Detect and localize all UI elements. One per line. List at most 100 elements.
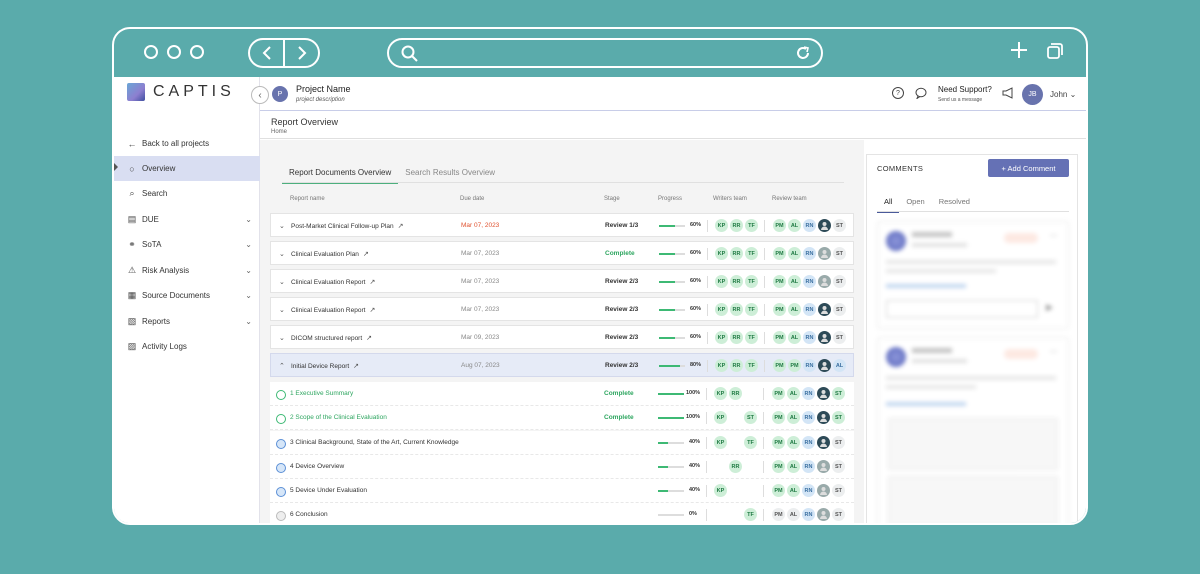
table-row[interactable]: ⌄ Clinical Evaluation Report ↗ Mar 07, 2023… (270, 269, 854, 293)
table-row[interactable]: ⌄ DICOM structured report ↗ Mar 09, 2023 Rev… (270, 325, 854, 349)
reviewer-avatar[interactable]: RN (803, 219, 816, 232)
table-row[interactable]: 5 Device Under Evaluation 40% KP PM AL RN ST (270, 479, 854, 503)
reviewer-avatar[interactable]: AL (788, 303, 801, 316)
reviewer-avatar[interactable]: PM (772, 387, 785, 400)
writer-avatar[interactable]: KP (715, 219, 728, 232)
help-icon[interactable]: ? (892, 87, 904, 99)
writer-avatar[interactable]: RR (730, 219, 743, 232)
chevron-down-icon[interactable]: ⌄ (245, 266, 252, 275)
writer-avatar[interactable]: RR (730, 331, 743, 344)
table-row[interactable]: 1 Executive Summary Complete 100% KP RR PM AL R… (270, 382, 854, 406)
reviewer-avatar[interactable]: AL (787, 411, 800, 424)
reviewer-avatar[interactable]: RN (802, 411, 815, 424)
table-row[interactable]: 4 Device Overview 40% RR PM AL RN ST (270, 455, 854, 479)
reviewer-avatar[interactable]: RN (802, 508, 815, 521)
megaphone-icon[interactable] (1002, 87, 1014, 99)
reviewer-photo-avatar[interactable] (818, 359, 831, 372)
reply-input[interactable] (886, 300, 1038, 318)
reviewer-avatar[interactable]: ST (832, 436, 845, 449)
writer-avatar[interactable]: RR (730, 247, 743, 260)
table-row[interactable]: 2 Scope of the Clinical Evaluation Comple… (270, 406, 854, 430)
writer-avatar[interactable]: TF (744, 436, 757, 449)
reviewer-avatar[interactable]: ST (833, 331, 846, 344)
reviewer-photo-avatar[interactable] (817, 436, 830, 449)
reviewer-avatar[interactable]: PM (788, 359, 801, 372)
reviewer-avatar[interactable]: ST (833, 303, 846, 316)
chat-icon[interactable] (915, 87, 927, 99)
external-link-icon[interactable]: ↗ (366, 335, 372, 342)
comment-card[interactable]: ⋯ ▶ (877, 221, 1069, 329)
writer-avatar[interactable]: RR (730, 303, 743, 316)
reviewer-avatar[interactable]: RN (802, 460, 815, 473)
reviewer-avatar[interactable]: AL (788, 219, 801, 232)
writer-avatar[interactable]: KP (715, 303, 728, 316)
reply-link[interactable] (886, 402, 966, 406)
writer-avatar[interactable]: KP (715, 275, 728, 288)
sidebar-item[interactable]: ▤ DUE ⌄ (114, 207, 260, 232)
reviewer-avatar[interactable]: AL (787, 508, 800, 521)
reviewer-avatar[interactable]: RN (802, 387, 815, 400)
reviewer-avatar[interactable]: PM (772, 508, 785, 521)
writer-avatar[interactable]: TF (744, 508, 757, 521)
address-bar[interactable] (387, 38, 823, 68)
collapse-sidebar-button[interactable]: ‹ (251, 86, 269, 104)
section-name[interactable]: 5 Device Under Evaluation (290, 487, 367, 494)
reviewer-avatar[interactable]: PM (772, 484, 785, 497)
reviewer-avatar[interactable]: PM (773, 303, 786, 316)
reviewer-avatar[interactable]: ST (832, 484, 845, 497)
report-name[interactable]: Initial Device Report ↗ (291, 362, 359, 370)
reviewer-photo-avatar[interactable] (818, 219, 831, 232)
add-comment-button[interactable]: + Add Comment (988, 159, 1069, 177)
chevron-down-icon[interactable]: ⌄ (245, 317, 252, 326)
user-menu[interactable]: John ⌄ (1050, 90, 1076, 99)
external-link-icon[interactable]: ↗ (369, 307, 375, 314)
reviewer-photo-avatar[interactable] (818, 331, 831, 344)
reviewer-avatar[interactable]: RN (803, 331, 816, 344)
reviewer-avatar[interactable]: RN (802, 484, 815, 497)
reviewer-avatar[interactable]: PM (773, 331, 786, 344)
section-name[interactable]: 6 Conclusion (290, 511, 328, 518)
section-name[interactable]: 4 Device Overview (290, 463, 344, 470)
external-link-icon[interactable]: ↗ (369, 279, 375, 286)
reviewer-avatar[interactable]: ST (832, 387, 845, 400)
support-title[interactable]: Need Support? (938, 85, 992, 94)
reviewer-photo-avatar[interactable] (817, 387, 830, 400)
writer-avatar[interactable]: TF (745, 275, 758, 288)
sidebar-item[interactable]: ⌕ Search (114, 181, 260, 206)
section-name[interactable]: 1 Executive Summary (290, 390, 353, 397)
external-link-icon[interactable]: ↗ (398, 223, 404, 230)
reviewer-photo-avatar[interactable] (817, 460, 830, 473)
report-name[interactable]: Clinical Evaluation Report ↗ (291, 306, 375, 314)
table-row[interactable]: ⌄ Post-Market Clinical Follow-up Plan ↗ Mar… (270, 213, 854, 237)
reviewer-avatar[interactable]: ST (833, 247, 846, 260)
new-tab-icon[interactable] (1010, 41, 1028, 59)
reviewer-photo-avatar[interactable] (818, 247, 831, 260)
chevron-down-icon[interactable]: ⌄ (245, 215, 252, 224)
writer-avatar[interactable]: ST (744, 411, 757, 424)
sidebar-item[interactable]: ○ Overview (114, 156, 260, 181)
sidebar-item[interactable]: ← Back to all projects (114, 131, 260, 156)
reviewer-photo-avatar[interactable] (818, 303, 831, 316)
table-row[interactable]: 3 Clinical Background, State of the Art,… (270, 431, 854, 455)
sidebar-item[interactable]: ▨ Activity Logs (114, 334, 260, 359)
reviewer-avatar[interactable]: PM (772, 436, 785, 449)
more-icon[interactable]: ⋯ (1050, 348, 1057, 356)
reviewer-avatar[interactable]: PM (772, 460, 785, 473)
writer-avatar[interactable]: TF (745, 303, 758, 316)
table-row[interactable]: ⌃ Initial Device Report ↗ Aug 07, 2023 Revie… (270, 353, 854, 377)
reviewer-avatar[interactable]: RN (803, 247, 816, 260)
tabs-icon[interactable] (1047, 43, 1063, 59)
chevron-down-icon[interactable]: ⌄ (245, 240, 252, 249)
chevron-down-icon[interactable]: ⌄ (279, 306, 285, 314)
reviewer-avatar[interactable]: AL (833, 359, 846, 372)
breadcrumb[interactable]: Home (271, 129, 287, 135)
writer-avatar[interactable]: TF (745, 359, 758, 372)
writer-avatar[interactable]: KP (715, 359, 728, 372)
reviewer-avatar[interactable]: AL (788, 275, 801, 288)
writer-avatar[interactable]: KP (714, 411, 727, 424)
project-avatar[interactable]: P (272, 86, 288, 102)
send-icon[interactable]: ▶ (1046, 302, 1053, 313)
reviewer-avatar[interactable]: AL (787, 484, 800, 497)
reviewer-avatar[interactable]: ST (833, 219, 846, 232)
reviewer-avatar[interactable]: RN (803, 359, 816, 372)
